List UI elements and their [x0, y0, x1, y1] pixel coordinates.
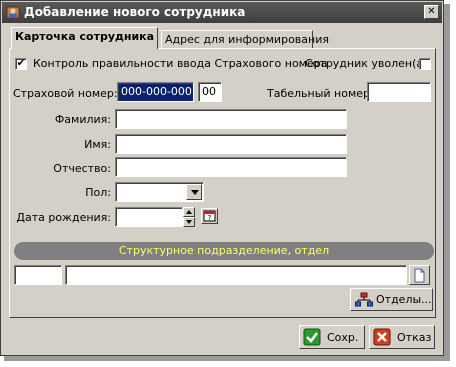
- save-button-label: Сохр.: [327, 331, 359, 344]
- dialog-window: Добавление нового сотрудника ✕ Карточка …: [0, 0, 444, 356]
- checkmark-icon: [303, 328, 321, 346]
- cancel-icon: [373, 328, 391, 346]
- tab-label: Карточка сотрудника: [15, 30, 155, 43]
- save-button[interactable]: Сохр.: [299, 325, 365, 349]
- window-title: Добавление нового сотрудника: [24, 5, 246, 19]
- tab-label: Адрес для информирования: [165, 33, 329, 46]
- app-icon: [6, 6, 20, 19]
- tab-employee-card[interactable]: Карточка сотрудника: [11, 27, 158, 49]
- tab-notification-address[interactable]: Адрес для информирования: [161, 30, 329, 49]
- title-bar[interactable]: Добавление нового сотрудника ✕: [2, 2, 442, 23]
- tab-panel: [9, 48, 436, 318]
- cancel-button[interactable]: Отказ: [369, 325, 435, 349]
- cancel-button-label: Отказ: [397, 331, 432, 344]
- close-button[interactable]: ✕: [424, 5, 439, 19]
- close-icon: ✕: [427, 6, 436, 17]
